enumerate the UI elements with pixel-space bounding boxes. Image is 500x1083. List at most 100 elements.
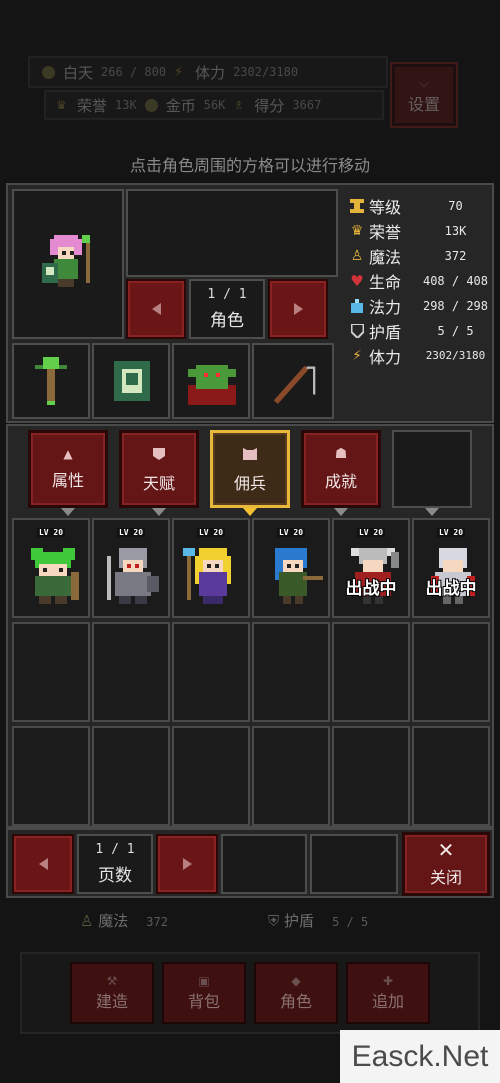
shield-icon: ⛨ <box>268 912 280 930</box>
build-button[interactable]: ⚒ 建造 <box>70 962 154 1024</box>
equip-slot-book[interactable] <box>92 343 170 419</box>
character-button[interactable]: ◆ 角色 <box>254 962 338 1024</box>
staff-icon <box>35 357 67 405</box>
character-empty-cell <box>126 189 338 277</box>
day-label: 白天 <box>63 63 94 82</box>
gold-label: 金币 <box>165 96 196 115</box>
tab-talent[interactable]: 天赋 <box>119 430 199 508</box>
score-label: 得分 <box>254 96 285 115</box>
empty-mercenary-slot[interactable] <box>412 726 490 826</box>
backpack-button[interactable]: ▣ 背包 <box>162 962 246 1024</box>
status-bar-day: 白天 266 / 800 ⚡ 体力 2302/3180 <box>28 56 388 88</box>
gold-value: 56K <box>203 98 226 112</box>
character-icon: ◆ <box>291 974 301 988</box>
status-bar-resources: ♛ 荣誉 13K 金币 56K ♗ 得分 3667 <box>44 90 384 120</box>
trophy-icon: ♗ <box>233 97 245 112</box>
character-page-indicator: 1 / 1 角色 <box>189 279 265 339</box>
empty-mercenary-slot[interactable] <box>332 622 410 722</box>
tab-achievement[interactable]: ☗ 成就 <box>301 430 381 508</box>
heart-icon: ♥ <box>350 271 364 290</box>
day-value: 266 / 800 <box>101 65 167 79</box>
add-button[interactable]: ✚ 追加 <box>346 962 430 1024</box>
tab-talent-pointer <box>152 508 166 516</box>
stat-row-mana: 法力 298 / 298 <box>339 293 494 318</box>
badge-icon <box>153 445 165 464</box>
honor-label: 荣誉 <box>77 96 108 115</box>
tab-empty-pointer <box>425 508 439 516</box>
character-portrait-sprite <box>42 235 90 287</box>
tab-attributes[interactable]: ▲ 属性 <box>28 430 108 508</box>
empty-mercenary-slot[interactable] <box>172 726 250 826</box>
empty-mercenary-slot[interactable] <box>92 622 170 722</box>
character-page-number: 1 / 1 <box>207 287 247 302</box>
blonde-mage-sprite <box>183 548 231 604</box>
score-value: 3667 <box>292 98 322 112</box>
page-number: 1 / 1 <box>95 842 135 857</box>
mercenary-slot[interactable]: LV 20 <box>12 518 90 618</box>
settings-button[interactable]: ⌵ 设置 <box>390 62 458 128</box>
honor-icon: ♛ <box>350 222 364 239</box>
close-icon: ✕ <box>437 838 455 862</box>
deployed-badge: 出战中 <box>425 579 477 599</box>
magic-icon: ♙ <box>350 247 364 264</box>
movement-hint: 点击角色周围的方格可以进行移动 <box>129 156 370 175</box>
tab-mercenary-pointer <box>243 508 257 516</box>
stat-row-health: ♥ 生命 408 / 408 <box>350 271 489 292</box>
page-prev-button[interactable] <box>12 834 74 894</box>
empty-mercenary-slot[interactable] <box>172 622 250 722</box>
page-label: 页数 <box>98 866 132 886</box>
empty-mercenary-slot[interactable] <box>92 726 170 826</box>
blue-haired-archer-sprite <box>275 548 323 604</box>
backpack-icon: ▣ <box>198 974 210 988</box>
character-page-label: 角色 <box>210 311 244 331</box>
crown-icon: ♛ <box>56 97 67 112</box>
equip-slot-weapon[interactable] <box>12 343 90 419</box>
character-prev-button[interactable] <box>126 279 186 339</box>
chevron-down-icon: ⌵ <box>419 75 429 90</box>
mercenary-slot[interactable]: LV 20 <box>172 518 250 618</box>
mercenary-slot[interactable]: LV 20 <box>252 518 330 618</box>
character-next-button[interactable] <box>268 279 328 339</box>
green-haired-ranger-sprite <box>31 548 79 604</box>
mercenary-slot[interactable]: LV 20 <box>92 518 170 618</box>
stamina-label: 体力 <box>195 63 226 82</box>
empty-mercenary-slot[interactable] <box>412 622 490 722</box>
stamina-icon: ⚡ <box>174 64 184 80</box>
stat-row-magic: ♙ 魔法 372 <box>350 247 467 267</box>
page-next-button[interactable] <box>156 834 218 894</box>
arrow-right-icon <box>182 858 192 870</box>
goblin-pet-icon <box>188 365 236 405</box>
trophy-icon: ☗ <box>334 446 348 462</box>
mercenary-slot[interactable]: LV 20 出战中 <box>332 518 410 618</box>
empty-mercenary-slot[interactable] <box>332 726 410 826</box>
stat-row-stamina: ⚡ 体力 2302/3180 <box>339 343 494 368</box>
tab-achievement-pointer <box>334 508 348 516</box>
arrow-left-icon <box>38 858 48 870</box>
pager-empty-cell <box>221 834 307 894</box>
mercenary-slot[interactable]: LV 20 出战中 <box>412 518 490 618</box>
empty-mercenary-slot[interactable] <box>12 622 90 722</box>
level-icon <box>349 198 365 214</box>
tab-empty <box>392 430 472 508</box>
background-magic-stat: ♙ 魔法 372 <box>80 912 168 930</box>
honor-value: 13K <box>115 98 137 112</box>
stat-row-honor: ♛ 荣誉 13K <box>350 222 467 242</box>
equip-slot-tool[interactable] <box>252 343 334 419</box>
background-shield-stat: ⛨ 护盾 5 / 5 <box>268 912 369 930</box>
sun-icon <box>42 65 55 79</box>
fishing-rod-icon <box>273 365 316 404</box>
empty-mercenary-slot[interactable] <box>252 726 330 826</box>
empty-mercenary-slot[interactable] <box>252 622 330 722</box>
character-portrait-cell[interactable] <box>12 189 124 339</box>
armored-knight-sprite <box>107 548 159 604</box>
tab-attributes-pointer <box>61 508 75 516</box>
empty-mercenary-slot[interactable] <box>12 726 90 826</box>
equip-slot-pet[interactable] <box>172 343 250 419</box>
arrow-up-icon: ▲ <box>63 447 73 461</box>
arrow-left-icon <box>151 303 161 315</box>
close-button[interactable]: ✕ 关闭 <box>402 832 490 896</box>
coin-icon <box>144 98 158 112</box>
tab-mercenary[interactable]: 佣兵 <box>210 430 290 508</box>
character-panel: 1 / 1 角色 等级 70 ♛ 荣誉 13K ♙ 魔法 372 ♥ 生命 40… <box>6 183 494 423</box>
stamina-value: 2302/3180 <box>233 65 299 79</box>
